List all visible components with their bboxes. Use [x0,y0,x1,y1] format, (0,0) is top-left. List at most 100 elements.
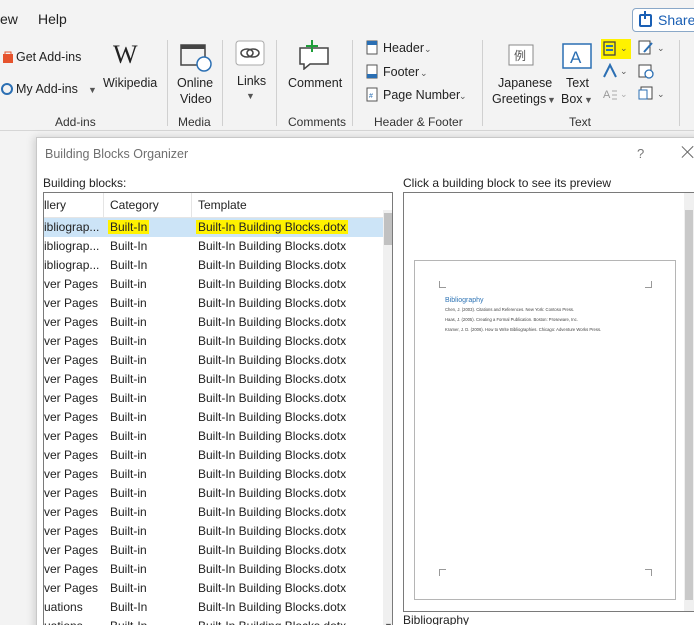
dialog-title: Building Blocks Organizer [45,147,189,161]
cell-category: Built-in [110,315,147,329]
table-row[interactable]: ver Pages Built-in Built-In Building Block… [44,579,384,598]
cell-category: Built-in [110,372,147,386]
table-row[interactable]: ver Pages Built-in Built-In Building Block… [44,541,384,560]
cell-template: Built-In Building Blocks.dotx [198,258,347,272]
table-row[interactable]: ver Pages Built-in Built-In Building Block… [44,446,384,465]
table-row[interactable]: ver Pages Built-in Built-In Building Block… [44,389,384,408]
building-blocks-list[interactable]: llery Category Template ibliograp... Buil… [43,192,393,625]
tab-help[interactable]: Help [38,11,67,27]
header-label: Header [383,41,424,55]
svg-text:例: 例 [514,49,526,63]
column-divider[interactable] [191,193,192,218]
cell-category: Built-in [110,467,147,481]
scroll-down-icon[interactable]: ▼ [384,621,392,625]
building-blocks-label: Building blocks: [43,176,127,190]
table-row[interactable]: uations Built-In Built-In Building Blocks.… [44,598,384,617]
share-icon [639,10,652,27]
cell-category: Built-in [110,334,147,348]
wordart-icon [603,63,617,78]
cell-template: Built-In Building Blocks.dotx [198,315,347,329]
cell-category: Built-in [110,296,147,310]
table-row[interactable]: ibliograp... Built-In Built-In Building Bl… [44,237,384,256]
table-row[interactable]: ibliograp... Built-In Built-In Building Bl… [44,218,384,237]
cell-gallery: ver Pages [44,277,99,291]
cell-category: Built-in [110,581,147,595]
column-header-gallery[interactable]: llery [44,198,66,212]
footer-label: Footer [383,65,420,79]
signature-line-icon [638,40,653,55]
table-row[interactable]: ibliograp... Built-In Built-In Building Bl… [44,256,384,275]
chevron-down-icon: ▼ [547,95,556,105]
cell-template: Built-In Building Blocks.dotx [198,334,347,348]
table-row[interactable]: ver Pages Built-in Built-In Building Block… [44,427,384,446]
margin-mark [439,281,446,288]
preview-scrollbar[interactable] [684,193,694,611]
store-icon [3,51,13,63]
table-row[interactable]: ver Pages Built-in Built-In Building Block… [44,560,384,579]
chevron-down-icon: ⌄ [424,44,432,54]
table-row[interactable]: ver Pages Built-in Built-In Building Block… [44,332,384,351]
column-header-category[interactable]: Category [110,198,159,212]
japanese-greetings-label-1: Japanese [498,76,553,90]
chevron-down-icon: ⌄ [620,66,628,76]
list-scrollbar[interactable] [383,210,392,625]
cell-gallery: ver Pages [44,581,99,595]
ribbon-tab-bar: ew Help Share [0,0,694,36]
tab-view[interactable]: ew [0,11,18,27]
cell-gallery: uations [44,600,83,614]
table-row[interactable]: ver Pages Built-in Built-In Building Block… [44,313,384,332]
japanese-greetings-icon: 例 [508,44,534,66]
preview-citation: Haas, J. (2005). Creating a Formal Publi… [445,317,578,322]
table-row[interactable]: ver Pages Built-in Built-In Building Block… [44,503,384,522]
table-row[interactable]: ver Pages Built-in Built-In Building Block… [44,370,384,389]
list-rows: ibliograp... Built-In Built-In Building Bl… [44,218,384,625]
object-icon [638,86,653,100]
table-row[interactable]: ver Pages Built-in Built-In Building Block… [44,294,384,313]
preview-page-title: Bibliography [445,297,484,304]
preview-scrollbar-thumb[interactable] [685,210,693,600]
close-icon[interactable] [679,143,694,161]
cell-category: Built-In [110,600,148,614]
chevron-down-icon: ▼ [584,95,593,105]
cell-gallery: ibliograp... [44,220,100,234]
help-button[interactable]: ? [637,146,644,161]
preview-block-name: Bibliography [403,613,470,625]
cell-category: Built-in [110,391,147,405]
table-row[interactable]: ver Pages Built-in Built-In Building Block… [44,465,384,484]
quick-parts-icon [603,41,616,56]
page-number-label: Page Number [383,88,461,102]
table-row[interactable]: ver Pages Built-in Built-In Building Block… [44,351,384,370]
list-header: llery Category Template [44,193,384,218]
ribbon-divider [167,40,168,126]
my-addins-label: My Add-ins [16,82,78,96]
cell-category: Built-in [110,543,147,557]
table-row[interactable]: uations Built-In Built-In Building Blocks.… [44,617,384,625]
group-comments-label: Comments [288,115,347,129]
share-button[interactable]: Share [632,8,694,32]
ribbon-divider [679,40,680,126]
list-scrollbar-thumb[interactable] [384,213,392,245]
highlighted-text: Built-In [108,220,150,234]
cell-category: Built-In [110,239,148,253]
table-row[interactable]: ver Pages Built-in Built-In Building Block… [44,275,384,294]
get-addins-label: Get Add-ins [16,50,82,64]
wikipedia-icon: W [113,40,138,69]
preview-citation: Kramer, J. D. (2006). How to Write Bibli… [445,327,602,332]
column-divider[interactable] [103,193,104,218]
margin-mark [439,569,446,576]
cell-gallery: uations [44,619,102,625]
online-video-icon [180,44,212,72]
cell-gallery: ver Pages [44,296,99,310]
date-time-icon [638,64,654,79]
drop-cap-icon: A [603,89,617,101]
cell-gallery: ver Pages [44,372,99,386]
cell-template: Built-In Building Blocks.dotx [198,353,347,367]
table-row[interactable]: ver Pages Built-in Built-In Building Block… [44,522,384,541]
group-media-label: Media [178,115,211,129]
cell-category: Built-in [110,524,147,538]
cell-gallery: ver Pages [44,429,99,443]
page-number-icon: # [366,87,378,102]
table-row[interactable]: ver Pages Built-in Built-In Building Block… [44,484,384,503]
column-header-template[interactable]: Template [198,198,247,212]
table-row[interactable]: ver Pages Built-in Built-In Building Block… [44,408,384,427]
